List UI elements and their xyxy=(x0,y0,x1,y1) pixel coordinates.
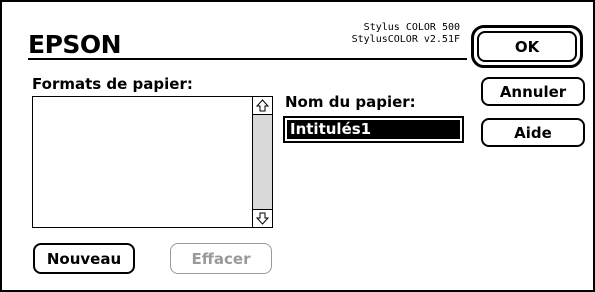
paper-formats-list[interactable] xyxy=(32,96,273,228)
help-button[interactable]: Aide xyxy=(481,118,585,147)
paper-name-input[interactable]: Intitulés1 xyxy=(283,116,464,143)
new-button[interactable]: Nouveau xyxy=(33,243,135,274)
driver-version: StylusCOLOR v2.51F xyxy=(351,34,460,45)
delete-button: Effacer xyxy=(170,243,272,274)
scroll-up-arrow-icon[interactable] xyxy=(253,97,272,115)
formats-label: Formats de papier: xyxy=(32,75,193,93)
paper-format-dialog: EPSON Stylus COLOR 500 StylusCOLOR v2.51… xyxy=(0,0,595,292)
brand-logo: EPSON xyxy=(28,30,122,59)
paper-name-label: Nom du papier: xyxy=(285,93,416,111)
formats-scrollbar[interactable] xyxy=(252,97,272,227)
scroll-down-arrow-icon[interactable] xyxy=(253,209,272,227)
cancel-button[interactable]: Annuler xyxy=(481,77,585,106)
header-divider xyxy=(28,58,467,60)
model-info: Stylus COLOR 500 StylusCOLOR v2.51F xyxy=(352,22,460,46)
model-name: Stylus COLOR 500 xyxy=(363,22,460,33)
paper-name-value[interactable]: Intitulés1 xyxy=(287,120,460,139)
ok-button[interactable]: OK xyxy=(477,31,577,62)
